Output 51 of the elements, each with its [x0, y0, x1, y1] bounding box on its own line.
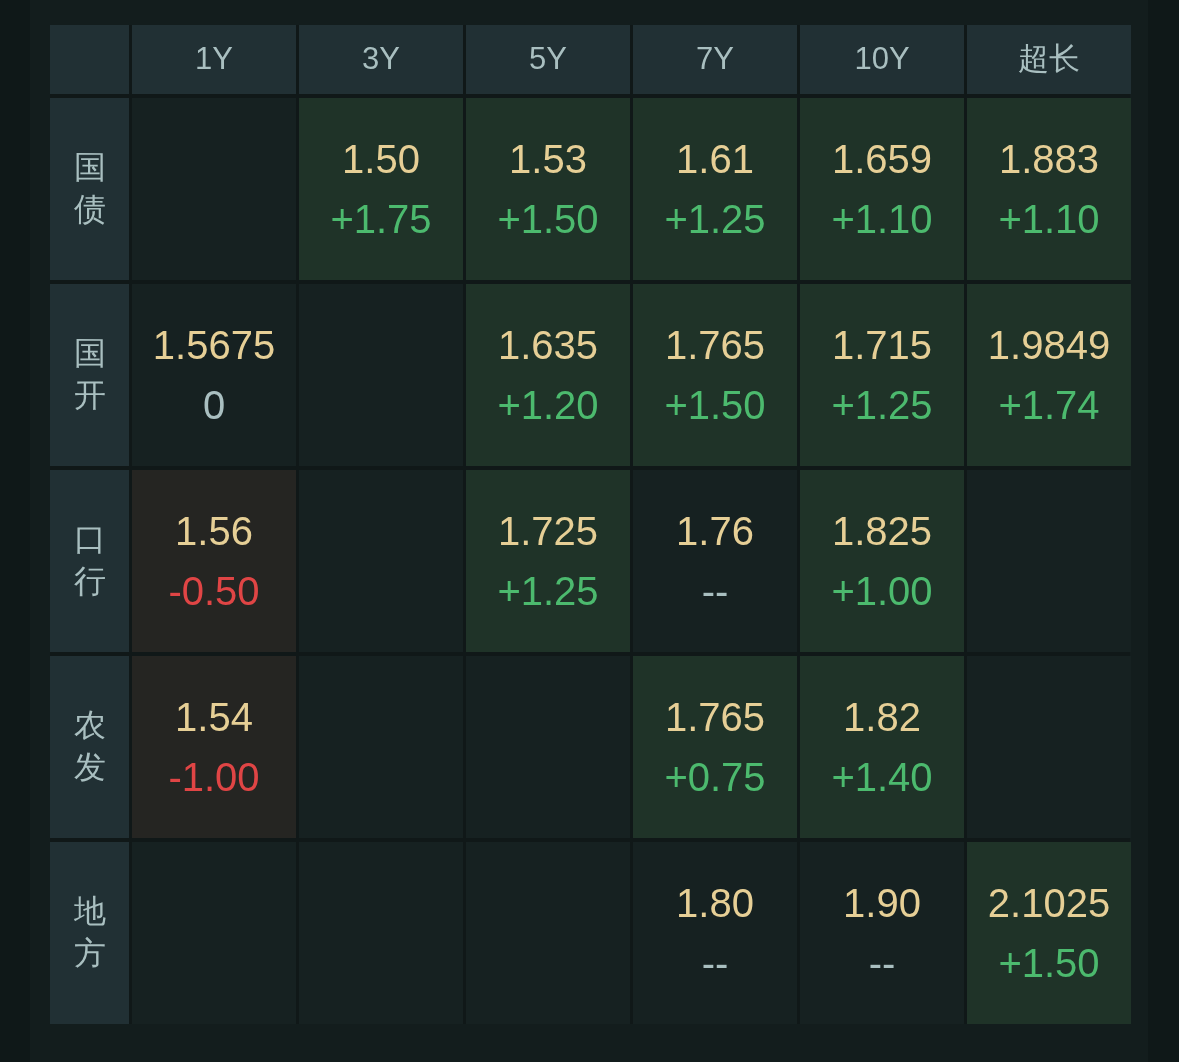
yield-value: 1.82 [843, 694, 921, 741]
change-value: +1.50 [664, 382, 766, 429]
yield-value: 1.61 [676, 136, 754, 183]
yield-value: 1.715 [831, 322, 933, 369]
column-header: 7Y [633, 25, 797, 94]
change-value: +1.10 [831, 196, 933, 243]
column-header: 1Y [132, 25, 296, 94]
yield-value: 1.883 [998, 136, 1100, 183]
change-value: +1.20 [497, 382, 599, 429]
yield-value: 1.76 [676, 508, 754, 555]
change-value: +1.25 [831, 382, 933, 429]
row-header: 地方 [73, 891, 106, 974]
column-header: 10Y [800, 25, 964, 94]
change-value: +1.10 [998, 196, 1100, 243]
yield-value: 1.659 [831, 136, 933, 183]
yield-value: 1.5675 [152, 322, 276, 369]
row-header: 口行 [73, 519, 106, 602]
change-value: +1.50 [998, 940, 1100, 987]
change-value: +1.40 [831, 754, 933, 801]
yield-value: 1.56 [175, 508, 253, 555]
yield-value: 1.90 [843, 880, 921, 927]
yield-value: 1.765 [664, 322, 766, 369]
change-value: +1.50 [497, 196, 599, 243]
change-value: +1.75 [330, 196, 432, 243]
yield-value: 1.80 [676, 880, 754, 927]
change-value: -0.50 [168, 568, 260, 615]
change-value: -- [868, 940, 896, 987]
change-value: +0.75 [664, 754, 766, 801]
yield-value: 1.765 [664, 694, 766, 741]
change-value: -1.00 [168, 754, 260, 801]
yield-value: 1.725 [497, 508, 599, 555]
row-header: 国债 [73, 147, 106, 230]
column-header: 3Y [299, 25, 463, 94]
change-value: +1.25 [497, 568, 599, 615]
change-value: 0 [202, 382, 226, 429]
yield-value: 1.53 [509, 136, 587, 183]
yield-value: 1.825 [831, 508, 933, 555]
yield-value: 1.9849 [987, 322, 1111, 369]
row-header: 农发 [73, 705, 106, 788]
change-value: +1.00 [831, 568, 933, 615]
column-header: 5Y [466, 25, 630, 94]
yield-value: 1.54 [175, 694, 253, 741]
change-value: -- [701, 940, 729, 987]
yield-value: 1.635 [497, 322, 599, 369]
row-header: 国开 [73, 333, 106, 416]
change-value: +1.74 [998, 382, 1100, 429]
column-header: 超长 [967, 25, 1131, 94]
change-value: -- [701, 568, 729, 615]
yield-value: 2.1025 [987, 880, 1111, 927]
yield-value: 1.50 [342, 136, 420, 183]
change-value: +1.25 [664, 196, 766, 243]
